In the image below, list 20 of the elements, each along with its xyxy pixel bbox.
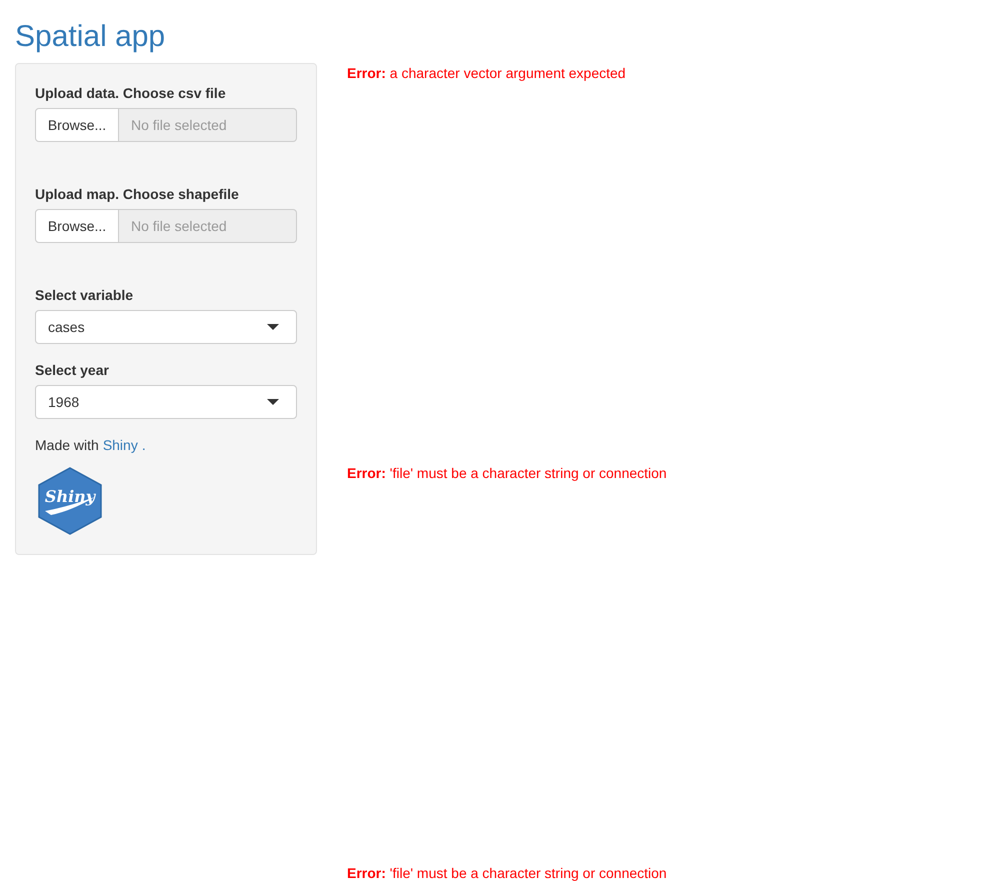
caret-icon: [267, 324, 279, 330]
error-message: Error: 'file' must be a character string or connection: [347, 465, 667, 481]
page-title: Spatial app: [15, 19, 166, 55]
select-dropdown[interactable]: cases: [35, 310, 297, 344]
file-name-field[interactable]: No file selected: [119, 108, 297, 142]
credit-text: Made with: [35, 437, 99, 453]
field-label: Select year: [35, 361, 110, 380]
caret-icon: [267, 399, 279, 405]
credit-period: .: [142, 437, 146, 453]
field-label: Select variable: [35, 286, 134, 305]
shiny-logo[interactable]: Shiny: [37, 467, 103, 535]
select-dropdown[interactable]: 1968: [35, 385, 297, 419]
browse-button[interactable]: Browse...: [35, 108, 119, 142]
shiny-link[interactable]: Shiny: [102, 437, 138, 453]
browse-button[interactable]: Browse...: [35, 209, 119, 243]
error-message: Error: 'file' must be a character string or connection: [347, 865, 667, 881]
field-label: Upload map. Choose shapefile: [35, 185, 240, 204]
file-name-field[interactable]: No file selected: [119, 209, 297, 243]
error-message: Error: a character vector argument expected: [347, 65, 626, 81]
field-label: Upload data. Choose csv file: [35, 84, 227, 103]
